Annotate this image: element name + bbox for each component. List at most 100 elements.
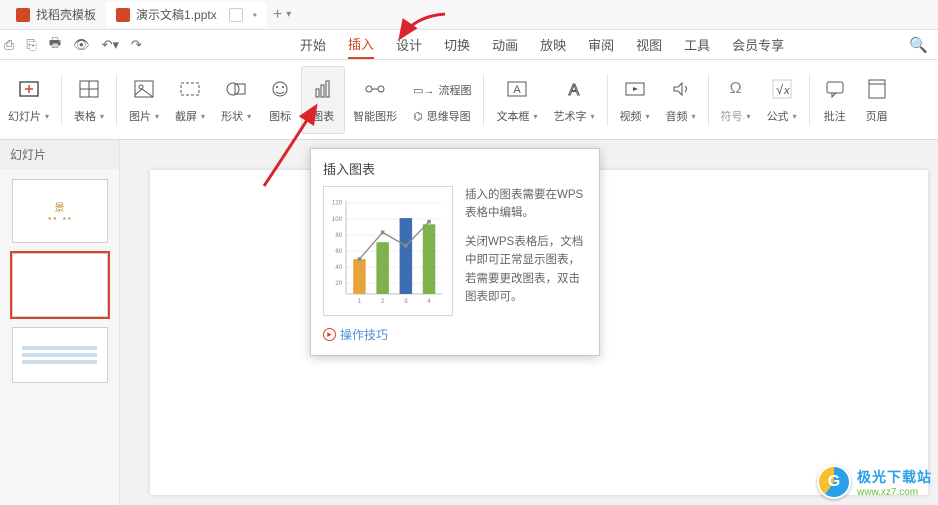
- menu-design[interactable]: 设计: [396, 30, 422, 59]
- tab-window-icon[interactable]: [229, 8, 243, 22]
- ribbon-label: 音频: [666, 108, 696, 124]
- svg-text:3: 3: [404, 298, 408, 305]
- ribbon-comment[interactable]: 批注: [814, 66, 856, 134]
- menu-tools[interactable]: 工具: [684, 30, 710, 59]
- tooltip-description: 插入的图表需要在WPS表格中编辑。 关闭WPS表格后，文档中即可正常显示图表，若…: [465, 186, 587, 316]
- svg-text:40: 40: [335, 264, 342, 271]
- ribbon-label: 公式: [767, 108, 797, 124]
- menu-animation[interactable]: 动画: [492, 30, 518, 59]
- tab-label: 演示文稿1.pptx: [136, 6, 217, 23]
- ribbon-audio[interactable]: 音频: [658, 66, 704, 134]
- ribbon-chart[interactable]: 图表: [301, 66, 345, 134]
- menu-view[interactable]: 视图: [636, 30, 662, 59]
- tab-docer-templates[interactable]: 找稻壳模板: [6, 2, 106, 28]
- menu-member[interactable]: 会员专享: [732, 30, 784, 59]
- ribbon-icons[interactable]: 图标: [259, 66, 301, 134]
- comment-icon: [822, 76, 848, 102]
- ribbon-textbox[interactable]: A 文本框: [488, 66, 545, 134]
- ribbon-label: 页眉: [866, 108, 888, 124]
- ribbon-symbol[interactable]: Ω 符号: [713, 66, 759, 134]
- redo-icon[interactable]: ↷: [131, 37, 142, 53]
- svg-text:√: √: [776, 82, 784, 97]
- svg-text:100: 100: [332, 216, 343, 223]
- svg-text:x: x: [783, 85, 790, 97]
- quick-access-toolbar: ⎙ ⎘ 🖶 👁 ↶▾ ↷: [4, 34, 142, 56]
- picture-icon: [131, 76, 157, 102]
- tooltip-insert-chart: 插入图表 120 100 80 60 40 20: [310, 148, 600, 356]
- smartart-icon: [362, 76, 388, 102]
- ribbon-video[interactable]: 视频: [612, 66, 658, 134]
- ribbon-shapes[interactable]: 形状: [213, 66, 259, 134]
- watermark-url: www.xz7.com: [857, 487, 932, 498]
- svg-text:80: 80: [335, 232, 342, 239]
- chevron-down-icon[interactable]: ▾: [286, 9, 291, 20]
- chart-svg: 120 100 80 60 40 20: [330, 191, 446, 313]
- menu-transition[interactable]: 切换: [444, 30, 470, 59]
- preview-icon[interactable]: 👁: [73, 37, 90, 53]
- tooltip-para-2: 关闭WPS表格后，文档中即可正常显示图表，若需要更改图表，双击图表即可。: [465, 233, 587, 307]
- ribbon-label: 视频: [620, 108, 650, 124]
- menu-bar: ⎙ ⎘ 🖶 👁 ↶▾ ↷ 开始 插入 设计 切换 动画 放映 审阅 视图 工具 …: [0, 30, 938, 60]
- ribbon-smartart[interactable]: 智能图形: [345, 66, 405, 134]
- textbox-icon: A: [504, 76, 530, 102]
- tooltip-link-label: 操作技巧: [340, 326, 388, 343]
- ribbon-new-slide[interactable]: 幻灯片: [0, 66, 57, 134]
- tooltip-tips-link[interactable]: ▸ 操作技巧: [323, 326, 587, 343]
- ribbon-table[interactable]: 表格: [66, 66, 112, 134]
- ribbon-equation[interactable]: √x 公式: [759, 66, 805, 134]
- save-icon[interactable]: ⎙: [4, 37, 14, 53]
- tooltip-title: 插入图表: [323, 159, 587, 178]
- slide-thumbnail-3[interactable]: [12, 327, 108, 383]
- separator: [61, 74, 62, 126]
- undo-icon[interactable]: ↶▾: [102, 37, 119, 53]
- ribbon-wordart[interactable]: A 艺术字: [546, 66, 603, 134]
- ribbon-label: 截屏: [175, 108, 205, 124]
- ribbon-label: 图标: [269, 108, 291, 124]
- watermark: G 极光下载站 www.xz7.com: [817, 465, 932, 499]
- svg-text:A: A: [569, 82, 580, 99]
- tooltip-para-1: 插入的图表需要在WPS表格中编辑。: [465, 186, 587, 223]
- header-icon: [864, 76, 890, 102]
- svg-text:1: 1: [358, 298, 362, 305]
- chart-icon: [310, 76, 336, 102]
- ribbon-label: 批注: [824, 108, 846, 124]
- menu-start[interactable]: 开始: [300, 30, 326, 59]
- plus-icon: +: [273, 6, 282, 24]
- table-icon: [76, 76, 102, 102]
- ribbon-picture[interactable]: 图片: [121, 66, 167, 134]
- slide-panel: 幻灯片 景 ▪ ▪ ▪ ▪: [0, 140, 120, 505]
- tab-dot-icon[interactable]: •: [253, 8, 257, 22]
- ribbon-label: 表格: [74, 108, 104, 124]
- slide-panel-title: 幻灯片: [0, 140, 119, 169]
- ribbon-label: 图表: [312, 108, 334, 124]
- print-icon[interactable]: 🖶: [49, 34, 61, 56]
- svg-text:20: 20: [335, 280, 342, 287]
- ribbon-flowchart-mindmap[interactable]: ▭→ 流程图 ⌬ 思维导图: [405, 66, 479, 134]
- mindmap-icon: ⌬: [413, 110, 423, 123]
- svg-text:120: 120: [332, 200, 343, 207]
- ribbon-label: 符号: [721, 108, 751, 124]
- ribbon-label: 流程图: [438, 82, 471, 98]
- menu-insert[interactable]: 插入: [348, 30, 374, 59]
- flowchart-icon: ▭→: [413, 84, 434, 97]
- ribbon-header[interactable]: 页眉: [856, 66, 898, 134]
- tooltip-chart-preview: 120 100 80 60 40 20: [323, 186, 453, 316]
- ppt-icon: [116, 8, 130, 22]
- search-icon[interactable]: 🔍: [909, 36, 928, 54]
- icons-icon: [267, 76, 293, 102]
- export-icon[interactable]: ⎘: [26, 37, 36, 53]
- slide-thumbnail-2[interactable]: [12, 253, 108, 317]
- tab-label: 找稻壳模板: [36, 6, 96, 23]
- slide-icon: [16, 76, 42, 102]
- menu-review[interactable]: 审阅: [588, 30, 614, 59]
- separator: [708, 74, 709, 126]
- slide-thumbnail-1[interactable]: 景 ▪ ▪ ▪ ▪: [12, 179, 108, 243]
- svg-text:4: 4: [427, 298, 431, 305]
- ribbon-label: 智能图形: [353, 108, 397, 124]
- svg-text:A: A: [513, 84, 521, 96]
- new-tab-button[interactable]: + ▾: [273, 6, 291, 24]
- tab-presentation-1[interactable]: 演示文稿1.pptx •: [106, 2, 267, 28]
- equation-icon: √x: [769, 76, 795, 102]
- ribbon-screenshot[interactable]: 截屏: [167, 66, 213, 134]
- menu-slideshow[interactable]: 放映: [540, 30, 566, 59]
